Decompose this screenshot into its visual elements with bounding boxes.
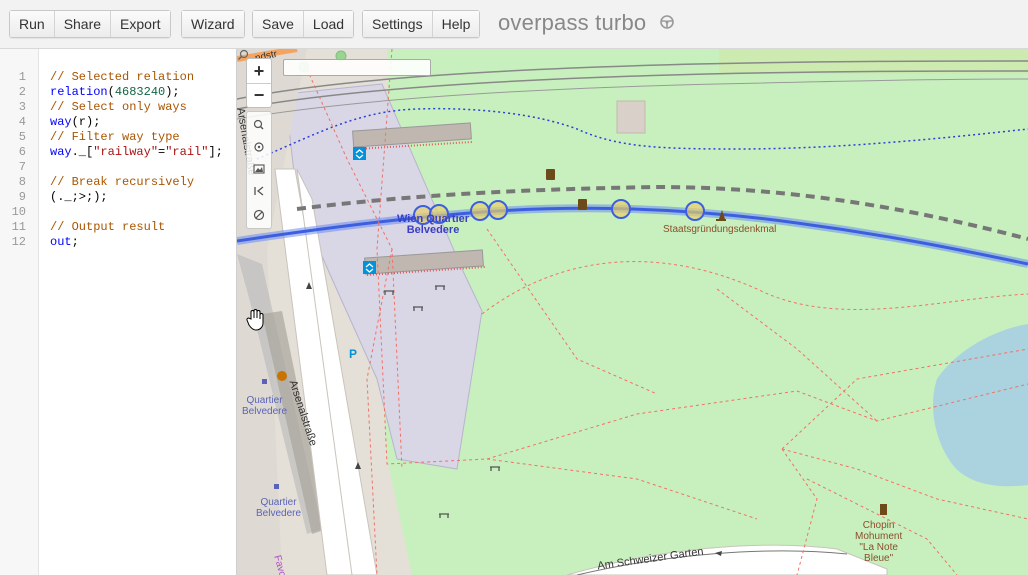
line-number: 4 (18, 115, 26, 129)
chopin-monument-label: Chopin Mohument "La Note Bleue" (855, 520, 902, 564)
tram-stop-label-line: Quartier (260, 497, 297, 508)
line-number: 5 (18, 130, 26, 144)
wizard-group: Wizard (181, 10, 245, 38)
code-text: (._;>;); (50, 190, 108, 204)
code-line: // Break recursively (50, 175, 194, 190)
line-number: 12 (11, 235, 26, 249)
tram-stop-label: Quartier Belvedere (256, 497, 301, 519)
tram-stop-label-line: Quartier (246, 395, 283, 406)
fastfood-icon (277, 371, 287, 381)
code-comment: // Selected relation (50, 70, 195, 84)
code-comment: // Break recursively (50, 175, 195, 189)
chopin-label-line: Chopin (862, 520, 895, 531)
line-number: 8 (18, 175, 26, 189)
chopin-label-line: Bleue" (864, 553, 894, 564)
code-number: 4683240 (114, 85, 166, 99)
code-line: way(r); (50, 115, 100, 130)
code-text: ]; (208, 145, 223, 159)
line-number: 3 (18, 100, 26, 114)
line-number: 9 (18, 190, 26, 204)
tram-stop-label-line: Belvedere (242, 406, 288, 417)
save-button[interactable]: Save (253, 11, 304, 37)
code-string: "rail" (165, 145, 209, 159)
code-line: // Selected relation (50, 70, 194, 85)
hand-cursor-icon (246, 309, 264, 331)
code-line: // Output result (50, 220, 165, 235)
image-export-icon[interactable] (247, 158, 271, 180)
zoom-in-button[interactable]: + (247, 59, 271, 84)
code-text: ; (71, 235, 79, 249)
run-button[interactable]: Run (10, 11, 55, 37)
code-line: out; (50, 235, 79, 250)
line-number: 7 (18, 160, 26, 174)
locate-icon[interactable] (247, 136, 271, 158)
brand-logo-icon (660, 15, 674, 29)
tram-stop-label-line: Belvedere (256, 508, 302, 519)
station-label-line: Belvedere (406, 224, 460, 236)
code-line: (._;>;); (50, 190, 108, 205)
map-search-input[interactable] (283, 59, 431, 76)
code-function: relation (50, 85, 108, 99)
clear-data-icon[interactable] (247, 204, 271, 226)
chopin-label-line: "La Note (859, 542, 898, 553)
line-number: 2 (18, 85, 26, 99)
code-text: ( (107, 85, 115, 99)
share-button[interactable]: Share (54, 11, 112, 37)
run-share-export-group: Run Share Export (9, 10, 171, 38)
map-tools (246, 111, 272, 229)
monument-label: Staatsgründungsdenkmal (663, 224, 777, 235)
line-number: 6 (18, 145, 26, 159)
wizard-button[interactable]: Wizard (182, 11, 244, 37)
code-text: ._[ (71, 145, 94, 159)
code-function: way (50, 145, 72, 159)
settings-help-group: Settings Help (362, 10, 481, 38)
line-number: 1 (18, 70, 26, 84)
zoom-to-data-icon[interactable] (247, 114, 271, 136)
line-number: 10 (11, 205, 26, 219)
code-comment: // Filter way type (50, 130, 180, 144)
code-line: // Select only ways (50, 100, 187, 115)
line-number-gutter: 1 2 3 4 5 6 7 8 9 10 11 12 (0, 49, 39, 575)
help-button[interactable]: Help (432, 11, 480, 37)
code-text: ); (165, 85, 180, 99)
brand-title: overpass turbo (498, 10, 647, 35)
toolbar: Run Share Export Wizard Save Load Settin… (0, 0, 1028, 49)
zoom-control: + − (246, 58, 272, 108)
code-comment: // Select only ways (50, 100, 187, 114)
station-label: Wien Quartier Belvedere (397, 214, 469, 236)
tram-stop-label: Quartier Belvedere (242, 395, 287, 417)
line-number: 11 (11, 220, 26, 234)
code-text: (r); (71, 115, 101, 129)
load-button[interactable]: Load (303, 11, 354, 37)
code-line: // Filter way type (50, 130, 180, 145)
code-function: out (50, 235, 72, 249)
map-view[interactable]: P Wien Quartier Belvedere Staatsgründung… (237, 49, 1028, 575)
map-tiles: P (237, 49, 1028, 575)
code-comment: // Output result (50, 220, 166, 234)
parking-icon: P (349, 347, 357, 361)
export-button[interactable]: Export (111, 11, 170, 37)
save-load-group: Save Load (252, 10, 355, 38)
code-line: way._["railway"="rail"]; (50, 145, 223, 160)
zoom-out-button[interactable]: − (247, 83, 271, 107)
code-string: "railway" (93, 145, 159, 159)
settings-button[interactable]: Settings (363, 11, 433, 37)
chopin-label-line: Mohument (855, 531, 903, 542)
collapse-left-icon[interactable] (247, 180, 271, 202)
code-function: way (50, 115, 72, 129)
code-line: relation(4683240); (50, 85, 180, 100)
code-editor[interactable]: 1 2 3 4 5 6 7 8 9 10 11 12 // Selected r… (0, 49, 237, 575)
